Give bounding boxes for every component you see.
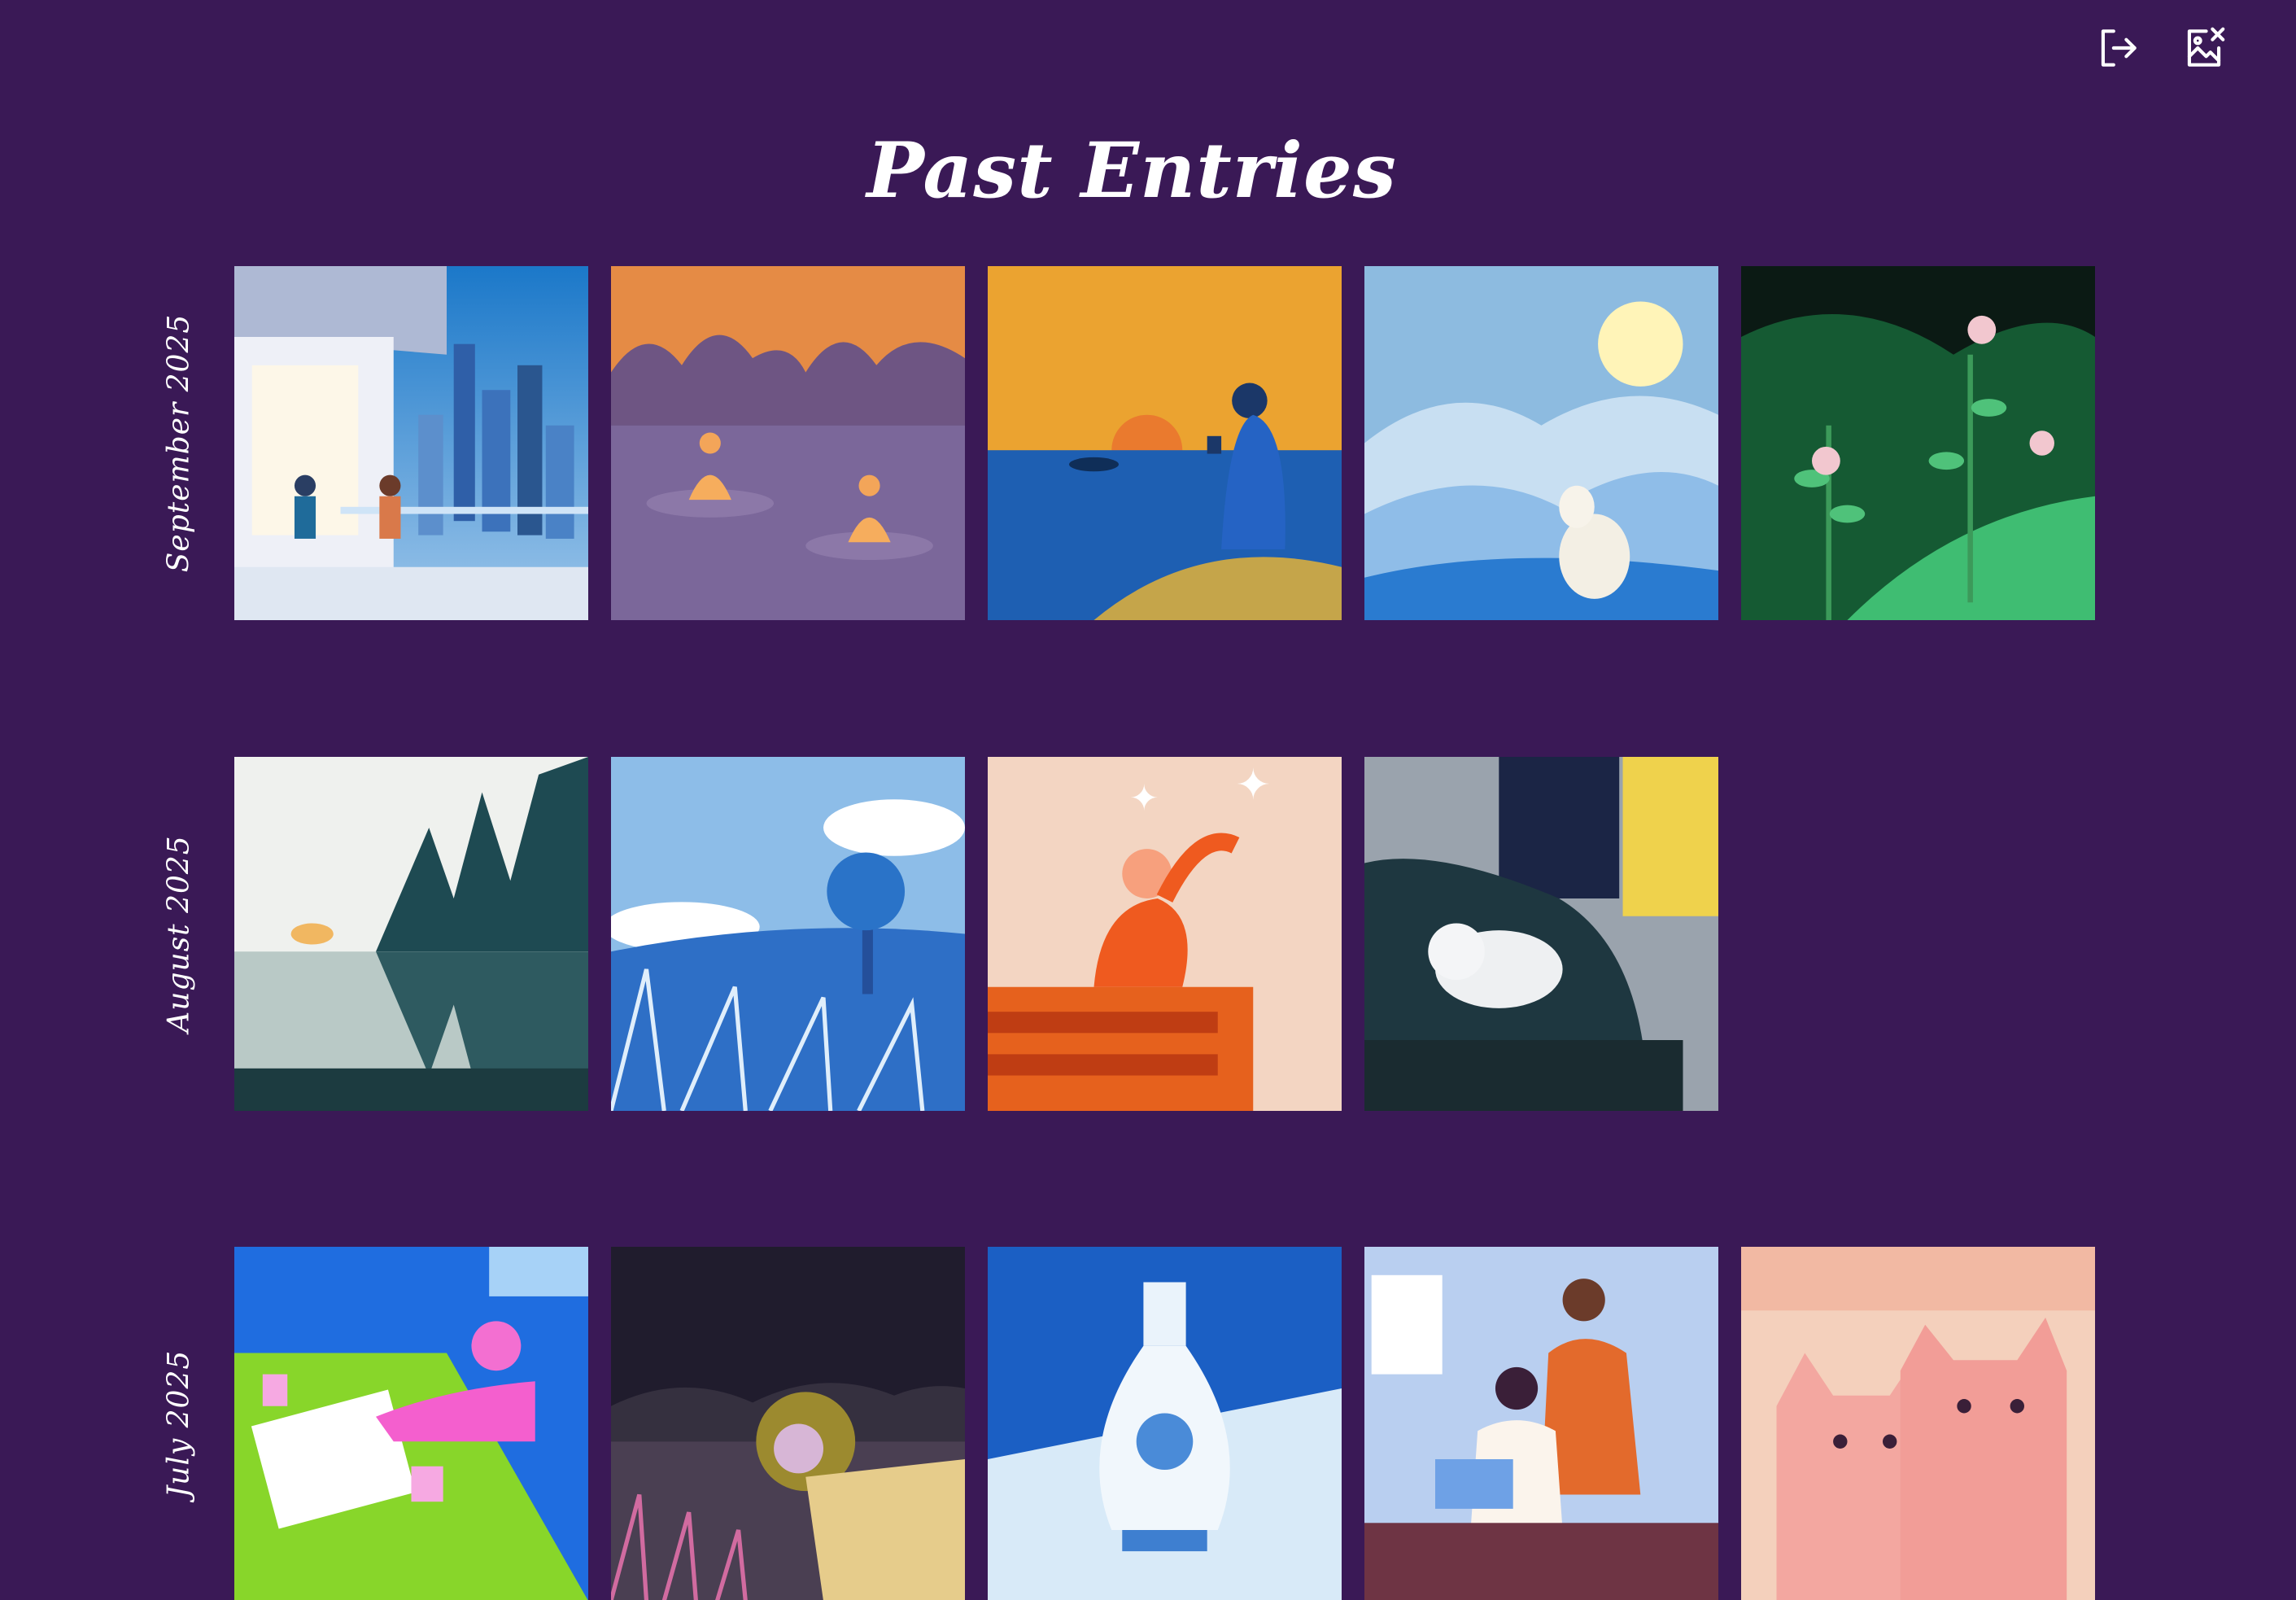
grumpy-cats-illustration	[1741, 1247, 2095, 1600]
entry-thumbnails	[234, 1247, 2095, 1600]
month-label: July 2025	[130, 1247, 228, 1600]
logout-icon	[2101, 29, 2137, 67]
month-label: August 2025	[130, 757, 228, 1111]
misty-forest-lake-illustration	[234, 757, 588, 1111]
month-label-text: September 2025	[162, 313, 196, 573]
entry-thumbnail[interactable]	[611, 1247, 965, 1600]
porcelain-vase-illustration	[988, 1247, 1342, 1600]
month-label: September 2025	[130, 266, 228, 620]
entry-thumbnails: ✦ ✦	[234, 757, 1718, 1111]
sleeping-cat-sofa-illustration	[1364, 757, 1718, 1111]
month-row-september-2025: September 2025	[130, 266, 2213, 620]
entry-thumbnail[interactable]	[1364, 757, 1718, 1111]
past-entries-page: Past Entries September 2025 August 2025 …	[0, 0, 2296, 1600]
meditation-lake-illustration	[611, 266, 965, 620]
month-label-text: August 2025	[162, 835, 196, 1033]
entry-thumbnail[interactable]	[1741, 266, 2095, 620]
entry-thumbnail[interactable]	[611, 757, 965, 1111]
image-edit-icon	[2187, 27, 2225, 67]
entry-thumbnail[interactable]	[1741, 1247, 2095, 1600]
entry-thumbnail[interactable]	[988, 1247, 1342, 1600]
winter-sheep-illustration	[1364, 266, 1718, 620]
entry-thumbnails	[234, 266, 2095, 620]
couple-laptop-illustration	[1364, 1247, 1718, 1600]
entry-thumbnail[interactable]	[1364, 266, 1718, 620]
lion-night-illustration	[611, 1247, 965, 1600]
entry-thumbnail[interactable]	[988, 266, 1342, 620]
entry-thumbnail[interactable]: ✦ ✦	[988, 757, 1342, 1111]
stretching-woman-desk-illustration: ✦ ✦	[988, 757, 1342, 1111]
month-row-july-2025: July 2025	[130, 1247, 2213, 1600]
blue-tree-meadow-illustration	[611, 757, 965, 1111]
svg-text:✦: ✦	[1236, 761, 1272, 810]
city-balcony-illustration	[234, 266, 588, 620]
month-label-text: July 2025	[162, 1349, 196, 1498]
entry-thumbnail[interactable]	[234, 757, 588, 1111]
image-edit-button[interactable]	[2177, 21, 2231, 75]
logout-button[interactable]	[2091, 21, 2145, 75]
entry-thumbnail[interactable]	[1364, 1247, 1718, 1600]
green-flowers-illustration	[1741, 266, 2095, 620]
entry-thumbnail[interactable]	[234, 266, 588, 620]
tired-person-desk-illustration	[234, 1247, 588, 1600]
page-title: Past Entries	[866, 125, 1397, 216]
entry-thumbnail[interactable]	[611, 266, 965, 620]
top-actions	[2091, 21, 2231, 75]
month-row-august-2025: August 2025 ✦ ✦	[130, 757, 2213, 1111]
svg-text:✦: ✦	[1129, 778, 1159, 819]
sunset-coffee-illustration	[988, 266, 1342, 620]
entry-thumbnail[interactable]	[234, 1247, 588, 1600]
